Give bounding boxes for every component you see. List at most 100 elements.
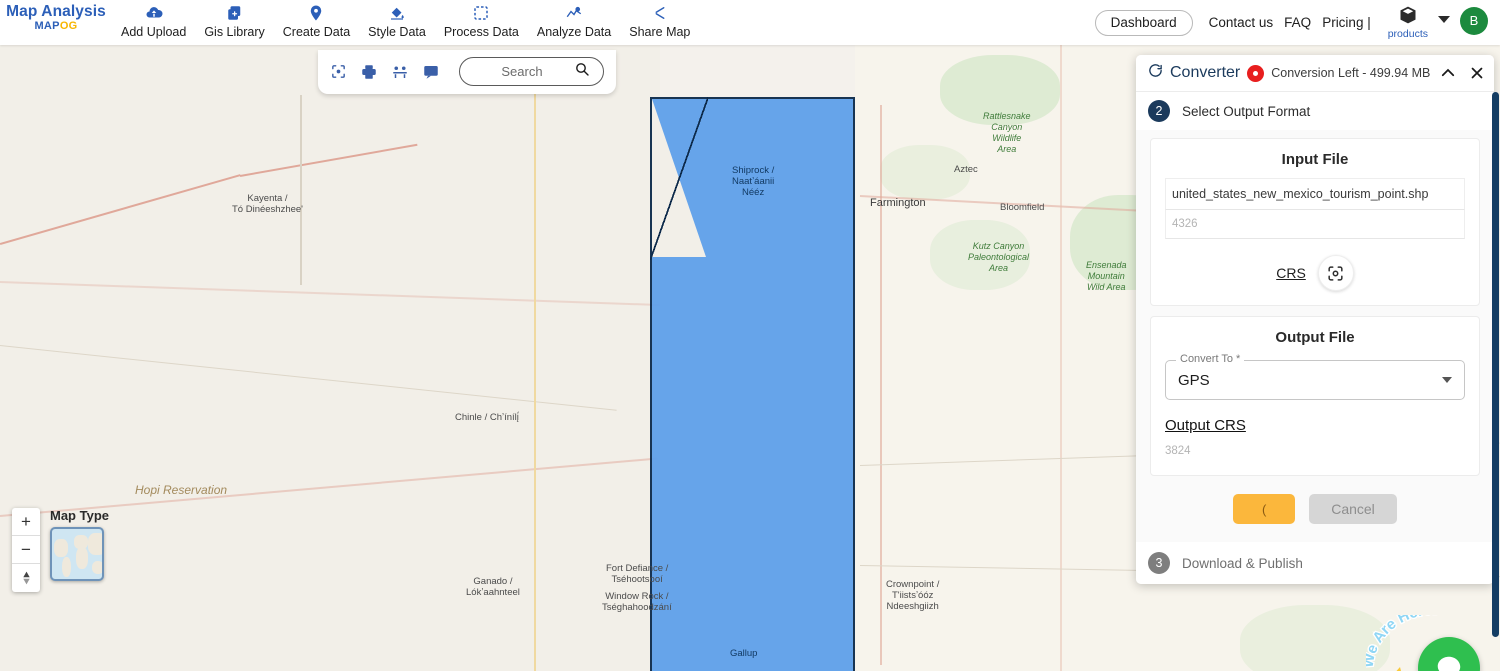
- measure-icon[interactable]: [391, 63, 409, 81]
- chat-widget[interactable]: We Are Here!: [1366, 615, 1480, 671]
- input-file-title: Input File: [1281, 151, 1349, 168]
- nav-link-faq[interactable]: FAQ: [1284, 15, 1311, 30]
- converter-body: Input File united_states_new_mexico_tour…: [1136, 130, 1494, 542]
- paint-bucket-icon: [388, 2, 406, 23]
- polygon-diagonal-edge: [650, 97, 708, 260]
- brand-logo[interactable]: Map Analysis MAPOG: [0, 0, 112, 33]
- map-pin-icon: [307, 2, 325, 23]
- nav-item-label: Gis Library: [204, 25, 265, 39]
- map-green-area-6: [1240, 605, 1390, 671]
- chevron-up-icon[interactable]: [1437, 64, 1459, 82]
- convert-to-select[interactable]: Convert To * GPS: [1165, 353, 1465, 400]
- convert-to-legend: Convert To *: [1176, 353, 1245, 365]
- products-menu[interactable]: products: [1388, 5, 1428, 40]
- nav-item-label: Process Data: [443, 25, 519, 39]
- close-icon[interactable]: [1466, 64, 1488, 82]
- step-3-label: Download & Publish: [1182, 555, 1303, 571]
- chevron-down-icon[interactable]: [1442, 377, 1452, 383]
- output-crs-value[interactable]: 3824: [1165, 445, 1465, 457]
- brand-title: Map Analysis: [6, 3, 106, 20]
- map-type-label: Map Type: [50, 508, 109, 523]
- step-2-label: Select Output Format: [1182, 103, 1311, 119]
- converter-panel: Converter Conversion Left - 499.94 MB 2 …: [1136, 55, 1494, 584]
- library-add-icon: [226, 2, 244, 23]
- map-road: [534, 90, 536, 671]
- crs-target-icon[interactable]: [1317, 255, 1354, 291]
- nav-item-process-data[interactable]: Process Data: [435, 2, 528, 39]
- nav-link-pricing[interactable]: Pricing |: [1322, 15, 1371, 30]
- zoom-in-button[interactable]: +: [12, 508, 40, 536]
- crs-link[interactable]: CRS: [1276, 265, 1306, 281]
- page-scrollbar[interactable]: [1491, 52, 1500, 671]
- input-crs-row: CRS: [1165, 255, 1465, 291]
- map-green-area-1: [940, 55, 1060, 125]
- map-road: [1060, 45, 1062, 671]
- chevron-down-icon[interactable]: [1438, 16, 1450, 23]
- process-square-icon: [472, 2, 490, 23]
- map-search-box[interactable]: [459, 57, 604, 86]
- thumb-continent: [62, 557, 71, 577]
- step-2-number: 2: [1148, 100, 1170, 122]
- nav-item-label: Style Data: [368, 25, 426, 39]
- comment-icon[interactable]: [422, 63, 440, 81]
- nav-link-contact-us[interactable]: Contact us: [1209, 15, 1274, 30]
- cancel-button[interactable]: Cancel: [1309, 494, 1397, 524]
- nav-item-label: Share Map: [629, 25, 691, 39]
- thumb-continent: [76, 547, 88, 569]
- thumb-continent: [54, 539, 68, 557]
- search-icon[interactable]: [574, 61, 590, 82]
- nav-item-label: Add Upload: [121, 25, 187, 39]
- convert-button[interactable]: (: [1233, 494, 1296, 524]
- focus-target-icon[interactable]: [330, 63, 347, 80]
- converter-title: Converter: [1170, 64, 1241, 81]
- convert-to-value: GPS: [1178, 371, 1210, 389]
- converter-step-2[interactable]: 2 Select Output Format: [1136, 92, 1494, 130]
- conversion-left-label: Conversion Left - 499.94 MB: [1271, 66, 1431, 80]
- nav-item-label: Create Data: [282, 25, 351, 39]
- map-road: [880, 105, 882, 665]
- converter-header: Converter Conversion Left - 499.94 MB: [1136, 55, 1494, 92]
- spinner-icon: [1148, 63, 1163, 83]
- input-epsg-field[interactable]: 4326: [1165, 210, 1465, 239]
- dashboard-button[interactable]: Dashboard: [1094, 9, 1193, 36]
- products-label: products: [1387, 28, 1428, 40]
- step-3-number: 3: [1148, 552, 1170, 574]
- cloud-upload-icon: [145, 2, 163, 23]
- share-icon: [651, 2, 669, 23]
- highlight-arrow-icon: [1380, 661, 1422, 671]
- nav-item-add-upload[interactable]: Add Upload: [112, 2, 195, 39]
- nav-item-gis-library[interactable]: Gis Library: [195, 2, 273, 39]
- zoom-out-button[interactable]: −: [12, 536, 40, 564]
- nav-items: Add Upload Gis Library Create Data Style…: [112, 0, 699, 39]
- compass-icon[interactable]: [12, 564, 40, 592]
- nav-right-group: Dashboard Contact us FAQ Pricing | produ…: [1094, 0, 1500, 40]
- record-dot-icon[interactable]: [1247, 64, 1265, 82]
- map-type-thumbnail[interactable]: [50, 527, 104, 581]
- brand-sub-accent: OG: [59, 20, 78, 32]
- analyze-chart-icon: [565, 2, 583, 23]
- output-file-card: Output File Convert To * GPS Output CRS …: [1150, 316, 1480, 476]
- page-scrollbar-thumb[interactable]: [1492, 92, 1499, 637]
- print-icon[interactable]: [360, 63, 378, 81]
- map-type-control: Map Type: [50, 508, 109, 581]
- output-file-title: Output File: [1275, 329, 1355, 346]
- search-input[interactable]: [474, 64, 570, 79]
- nav-item-create-data[interactable]: Create Data: [274, 2, 359, 39]
- map-green-area-5: [880, 145, 970, 200]
- map-river: [300, 95, 302, 285]
- map-green-area-3: [930, 220, 1030, 290]
- converter-step-3[interactable]: 3 Download & Publish: [1136, 542, 1494, 584]
- chat-bubble-icon[interactable]: [1418, 637, 1480, 671]
- products-cube-icon: [1398, 5, 1418, 30]
- nav-item-share-map[interactable]: Share Map: [620, 2, 699, 39]
- avatar[interactable]: B: [1460, 6, 1488, 35]
- input-filename-field[interactable]: united_states_new_mexico_tourism_point.s…: [1165, 178, 1465, 210]
- thumb-continent: [88, 533, 102, 555]
- map-toolbar: [318, 50, 616, 94]
- brand-sub-main: MAP: [34, 20, 60, 32]
- brand-subtitle: MAPOG: [0, 20, 112, 33]
- nav-item-analyze-data[interactable]: Analyze Data: [528, 2, 620, 39]
- nav-item-style-data[interactable]: Style Data: [359, 2, 435, 39]
- output-crs-link[interactable]: Output CRS: [1165, 417, 1246, 434]
- nav-item-label: Analyze Data: [536, 25, 612, 39]
